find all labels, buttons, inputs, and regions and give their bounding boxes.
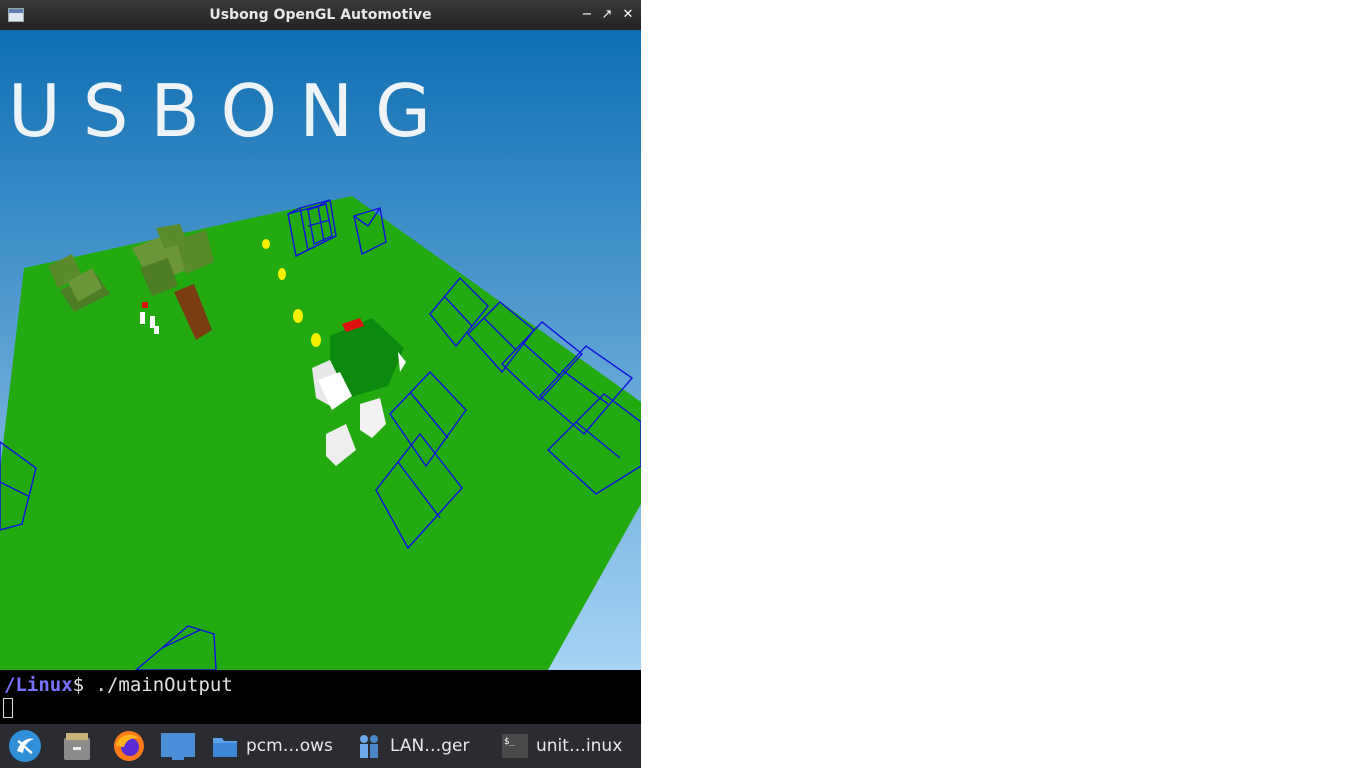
terminal-command: ./mainOutput: [84, 674, 233, 696]
taskbar-window-lan[interactable]: LAN…ger: [356, 724, 469, 768]
file-cabinet-icon: [64, 733, 90, 760]
app-window: Usbong OpenGL Automotive − ↗ ✕ USBONG: [0, 0, 641, 670]
firefox-launcher[interactable]: [112, 724, 146, 768]
taskbar-window-label: LAN…ger: [390, 736, 470, 756]
close-button[interactable]: ✕: [619, 5, 637, 25]
title-bar[interactable]: Usbong OpenGL Automotive − ↗ ✕: [0, 0, 641, 30]
taskbar-window-label: unit…inux: [536, 736, 623, 756]
scene-canvas: USBONG: [0, 30, 641, 670]
svg-text:$_: $_: [504, 737, 515, 747]
network-manager-icon: [360, 735, 378, 758]
desktop-icon: [161, 733, 195, 760]
window-title: Usbong OpenGL Automotive: [209, 7, 432, 23]
prompt-path: /Linux: [4, 674, 73, 696]
maximize-button[interactable]: ↗: [598, 5, 616, 25]
file-manager-launcher[interactable]: [60, 724, 94, 768]
taskbar: pcm…ows LAN…ger $_ unit…inux: [0, 724, 641, 768]
start-menu-button[interactable]: [8, 724, 42, 768]
taskbar-window-terminal[interactable]: $_ unit…inux: [502, 724, 622, 768]
folder-icon: [213, 738, 237, 757]
show-desktop-button[interactable]: [160, 724, 196, 768]
opengl-viewport[interactable]: USBONG: [0, 30, 641, 670]
terminal-panel[interactable]: /Linux$ ./mainOutput: [0, 670, 641, 724]
minimize-button[interactable]: −: [578, 5, 596, 25]
taskbar-window-pcm[interactable]: pcm…ows: [212, 724, 333, 768]
terminal-icon: $_: [502, 734, 528, 758]
taskbar-window-label: pcm…ows: [246, 736, 333, 756]
firefox-icon: [114, 731, 144, 761]
terminal-command-line: /Linux$ ./mainOutput: [4, 674, 233, 696]
prompt-symbol: $: [72, 674, 85, 696]
usbong-logo: USBONG: [8, 69, 453, 153]
terminal-cursor: [3, 698, 13, 718]
distro-logo-icon: [9, 730, 41, 762]
